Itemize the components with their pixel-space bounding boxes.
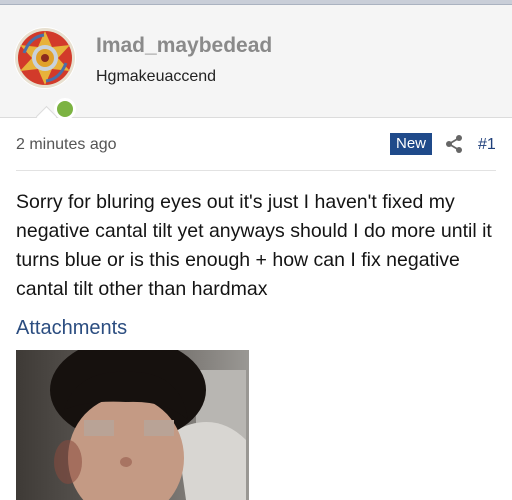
post-meta: 2 minutes ago New #1: [16, 132, 496, 158]
share-icon[interactable]: [444, 134, 464, 154]
divider: [16, 170, 496, 171]
user-title: Hgmakeuaccend: [96, 68, 217, 85]
post-permalink[interactable]: #1: [478, 136, 496, 154]
user-header: Imad_maybedead Hgmakeuaccend: [0, 5, 512, 120]
online-status-indicator: [54, 98, 76, 120]
attachment-thumbnail[interactable]: [16, 350, 249, 500]
post-timestamp[interactable]: 2 minutes ago: [16, 136, 117, 154]
attachments-heading: Attachments: [16, 317, 128, 339]
avatar-container[interactable]: [14, 27, 78, 120]
beyblade-avatar-icon[interactable]: [14, 27, 76, 89]
new-badge: New: [390, 133, 433, 155]
post-message: Sorry for bluring eyes out it's just I h…: [16, 191, 492, 300]
username-link[interactable]: Imad_maybedead: [96, 34, 272, 58]
